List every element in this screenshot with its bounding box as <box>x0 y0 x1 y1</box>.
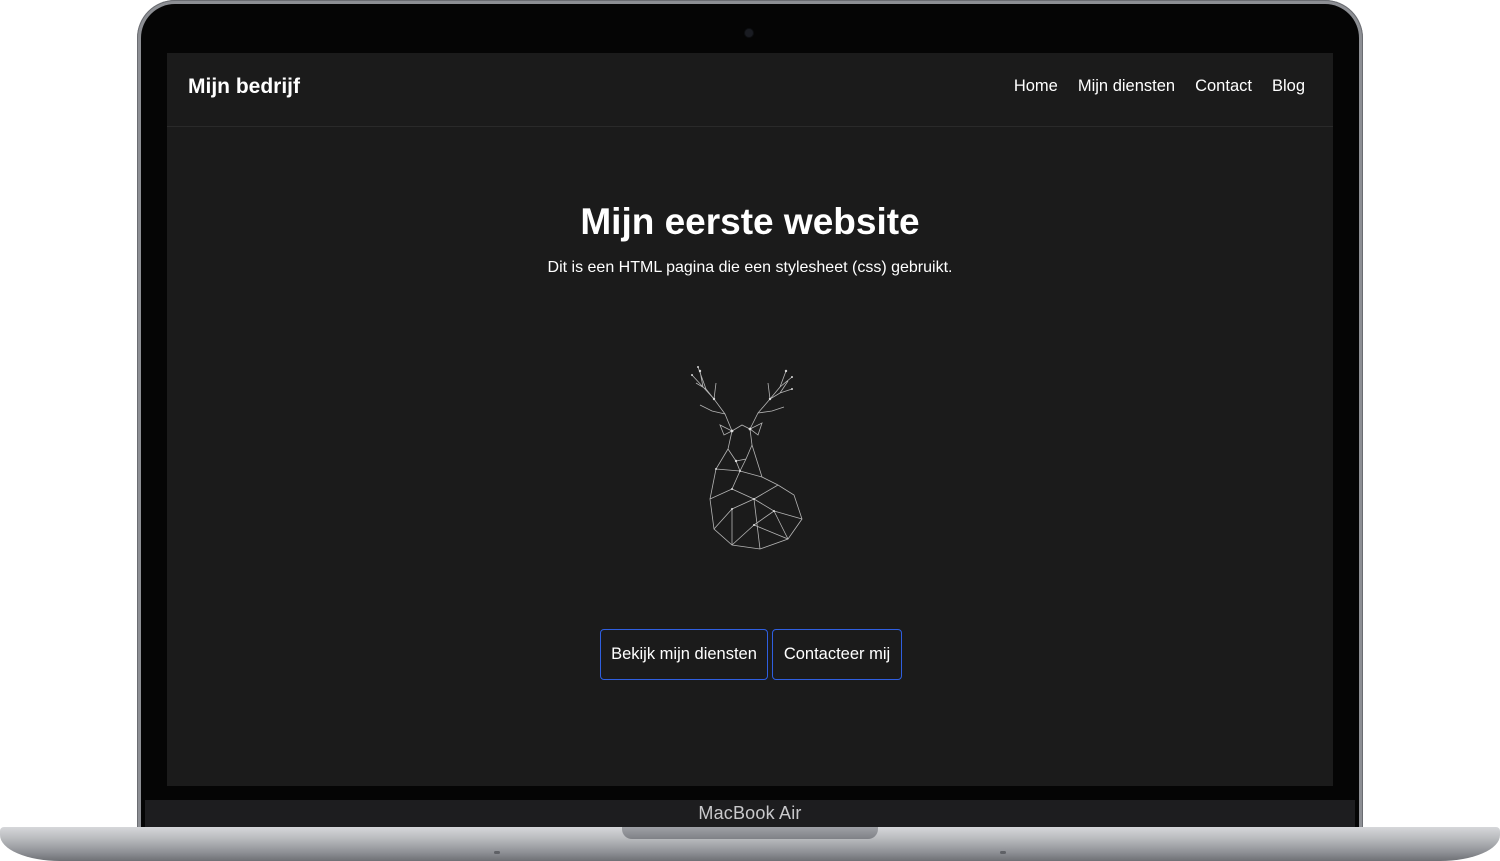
nav-link-mijn-diensten[interactable]: Mijn diensten <box>1078 77 1175 96</box>
hero-buttons: Bekijk mijn diensten Contacteer mij <box>600 629 902 680</box>
hero-title: Mijn eerste website <box>580 201 920 242</box>
hero-subtitle: Dit is een HTML pagina die een styleshee… <box>547 259 953 276</box>
camera-icon <box>745 29 753 37</box>
nav-link-blog[interactable]: Blog <box>1272 77 1305 96</box>
navbar: Mijn bedrijf Home Mijn diensten Contact … <box>167 53 1333 127</box>
device-model-label: MacBook Air <box>698 803 802 823</box>
browser-viewport: Mijn bedrijf Home Mijn diensten Contact … <box>167 53 1333 786</box>
view-services-button[interactable]: Bekijk mijn diensten <box>600 629 768 680</box>
laptop-foot <box>1000 851 1006 854</box>
deer-illustration-icon <box>691 366 803 550</box>
nav-link-contact[interactable]: Contact <box>1195 77 1252 96</box>
contact-me-button[interactable]: Contacteer mij <box>772 629 902 680</box>
laptop-opening-notch <box>622 827 878 839</box>
nav-menu: Home Mijn diensten Contact Blog <box>1014 77 1305 96</box>
laptop-foot <box>494 851 500 854</box>
laptop-mockup: Mijn bedrijf Home Mijn diensten Contact … <box>0 0 1500 861</box>
brand-logo-link[interactable]: Mijn bedrijf <box>188 75 300 99</box>
nav-link-home[interactable]: Home <box>1014 77 1058 96</box>
